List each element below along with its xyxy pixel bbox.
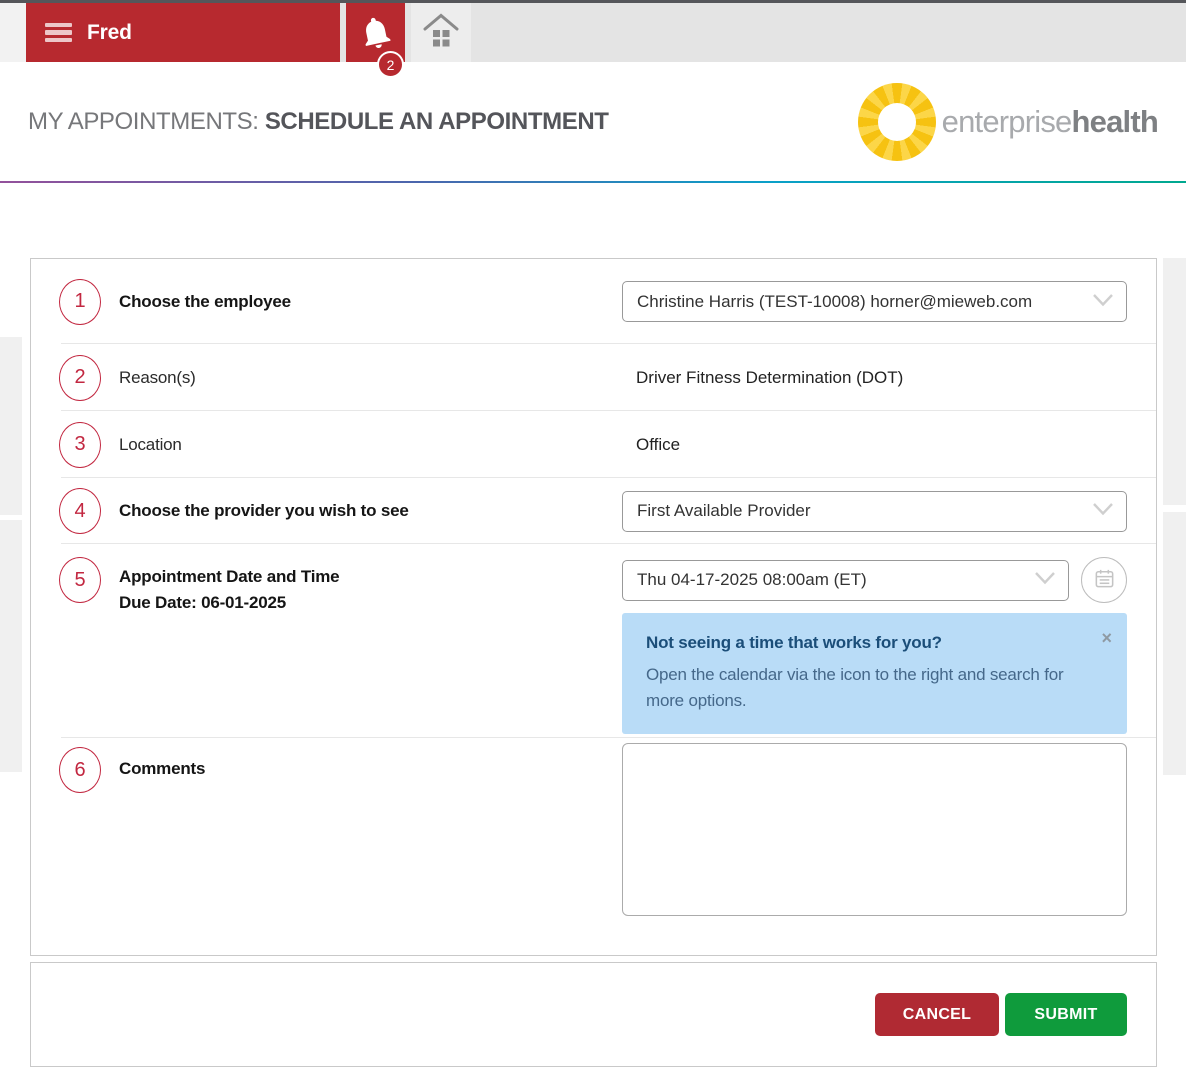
location-value: Office bbox=[622, 435, 680, 455]
top-tab-bar: Fred 2 bbox=[0, 0, 1186, 62]
open-calendar-button[interactable] bbox=[1081, 557, 1127, 603]
background-panel bbox=[1163, 258, 1186, 505]
home-tab[interactable] bbox=[411, 3, 471, 62]
employee-select[interactable]: Christine Harris (TEST-10008) horner@mie… bbox=[622, 281, 1127, 322]
notifications-tab[interactable]: 2 bbox=[346, 3, 405, 62]
row-label-area: 1 Choose the employee bbox=[31, 259, 622, 344]
header-gradient-divider bbox=[0, 181, 1186, 183]
form-row-reasons: 2 Reason(s) Driver Fitness Determination… bbox=[31, 344, 1156, 411]
page-header: MY APPOINTMENTS: SCHEDULE AN APPOINTMENT… bbox=[0, 62, 1186, 181]
step-number-circle: 3 bbox=[59, 422, 101, 468]
close-icon[interactable]: × bbox=[1101, 629, 1112, 647]
home-icon bbox=[421, 12, 461, 53]
calendar-icon bbox=[1093, 567, 1116, 593]
page-title-main: SCHEDULE AN APPOINTMENT bbox=[265, 108, 609, 135]
menu-tab-fred[interactable]: Fred bbox=[26, 3, 340, 62]
step-number-circle: 6 bbox=[59, 747, 101, 793]
row-label: Comments bbox=[119, 759, 205, 779]
logo-text-light: enterprise bbox=[942, 104, 1072, 139]
due-date-label: Due Date: 06-01-2025 bbox=[119, 590, 339, 616]
form-row-comments: 6 Comments bbox=[31, 738, 1156, 955]
reasons-value: Driver Fitness Determination (DOT) bbox=[622, 368, 903, 388]
row-label-area: 5 Appointment Date and Time Due Date: 06… bbox=[31, 544, 622, 738]
sunburst-logo-icon bbox=[858, 83, 936, 161]
row-label: Reason(s) bbox=[119, 368, 196, 388]
step-number-circle: 1 bbox=[59, 279, 101, 325]
page-title-prefix: MY APPOINTMENTS: bbox=[28, 108, 259, 135]
comments-textarea[interactable] bbox=[622, 743, 1127, 916]
logo-wordmark: enterprisehealth bbox=[942, 104, 1158, 140]
alert-body: Open the calendar via the icon to the ri… bbox=[646, 662, 1087, 714]
chevron-down-icon bbox=[1034, 570, 1056, 590]
step-number-circle: 5 bbox=[59, 557, 101, 603]
notification-count-badge: 2 bbox=[377, 51, 404, 78]
row-label: Choose the employee bbox=[119, 292, 291, 312]
submit-button[interactable]: SUBMIT bbox=[1005, 993, 1127, 1036]
time-help-alert: Not seeing a time that works for you? Op… bbox=[622, 613, 1127, 734]
topbar-left-pad bbox=[0, 3, 26, 62]
row-label: Choose the provider you wish to see bbox=[119, 501, 409, 521]
user-name-label: Fred bbox=[87, 21, 132, 45]
form-row-appointment-datetime: 5 Appointment Date and Time Due Date: 06… bbox=[31, 544, 1156, 738]
step-number-circle: 4 bbox=[59, 488, 101, 534]
datetime-select[interactable]: Thu 04-17-2025 08:00am (ET) bbox=[622, 560, 1069, 601]
row-label-area: 4 Choose the provider you wish to see bbox=[31, 478, 622, 544]
background-panel bbox=[0, 520, 22, 772]
provider-select-value: First Available Provider bbox=[637, 501, 811, 521]
form-row-choose-provider: 4 Choose the provider you wish to see Fi… bbox=[31, 478, 1156, 544]
hamburger-menu-icon[interactable] bbox=[45, 23, 72, 43]
logo-text-bold: health bbox=[1072, 104, 1159, 139]
cancel-button[interactable]: CANCEL bbox=[875, 993, 999, 1036]
schedule-appointment-form: 1 Choose the employee Christine Harris (… bbox=[30, 258, 1157, 956]
page-title: MY APPOINTMENTS: SCHEDULE AN APPOINTMENT bbox=[28, 108, 609, 136]
background-panel bbox=[0, 337, 22, 515]
datetime-select-value: Thu 04-17-2025 08:00am (ET) bbox=[637, 570, 867, 590]
row-label: Appointment Date and Time bbox=[119, 564, 339, 590]
row-label-area: 2 Reason(s) bbox=[31, 344, 622, 411]
enterprise-health-logo: enterprisehealth bbox=[858, 83, 1158, 161]
chevron-down-icon bbox=[1092, 501, 1114, 521]
employee-select-value: Christine Harris (TEST-10008) horner@mie… bbox=[637, 292, 1032, 312]
chevron-down-icon bbox=[1092, 292, 1114, 312]
row-label-area: 3 Location bbox=[31, 411, 622, 478]
step-number-circle: 2 bbox=[59, 355, 101, 401]
alert-title: Not seeing a time that works for you? bbox=[646, 633, 1087, 653]
row-label: Location bbox=[119, 435, 182, 455]
form-actions-bar: CANCEL SUBMIT bbox=[30, 962, 1157, 1067]
row-label-area: 6 Comments bbox=[31, 738, 622, 955]
form-row-location: 3 Location Office bbox=[31, 411, 1156, 478]
bell-icon bbox=[354, 11, 397, 54]
background-panel bbox=[1163, 512, 1186, 775]
form-row-choose-employee: 1 Choose the employee Christine Harris (… bbox=[31, 259, 1156, 344]
provider-select[interactable]: First Available Provider bbox=[622, 491, 1127, 532]
